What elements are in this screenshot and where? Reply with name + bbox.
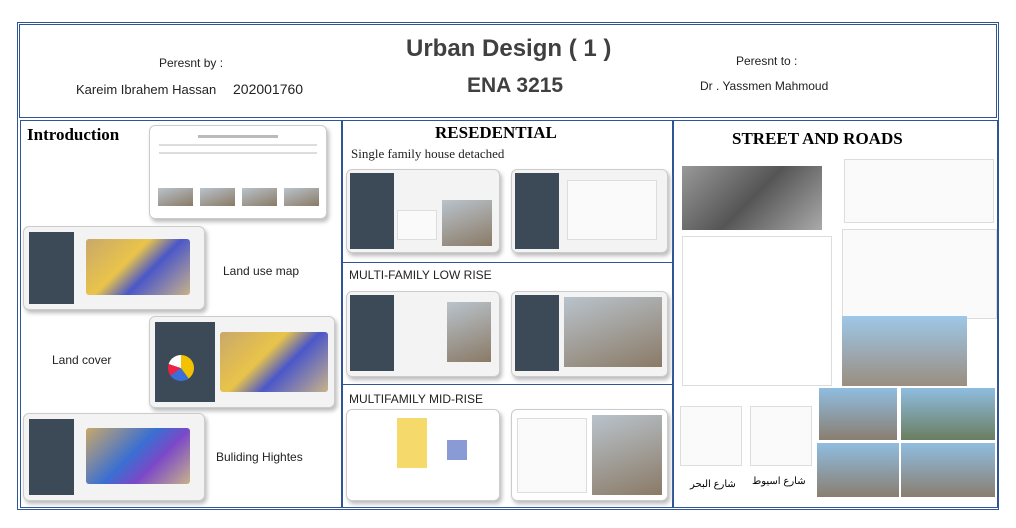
introduction-column: Introduction Land use map Land cover Bul… <box>20 120 342 508</box>
residential-title: RESEDENTIAL <box>435 123 557 142</box>
streets-title: STREET AND ROADS <box>732 129 903 148</box>
single-family-slide-2[interactable] <box>511 169 668 253</box>
aerial-photo <box>682 166 822 230</box>
street-render-1 <box>842 316 967 386</box>
low-rise-section: MULTI-FAMILY LOW RISE <box>343 262 674 384</box>
land-cover-label: Land cover <box>52 353 112 367</box>
presenter-name: Kareim Ibrahem Hassan <box>76 82 217 97</box>
single-family-slide-1[interactable] <box>346 169 500 253</box>
student-id: 202001760 <box>233 81 304 97</box>
header: Peresnt by : Kareim Ibrahem Hassan 20200… <box>19 24 997 118</box>
street-network-plan <box>682 236 832 386</box>
presented-to-label: Peresnt to : <box>736 54 798 68</box>
mid-rise-slide-1[interactable] <box>346 409 500 501</box>
streets-column: STREET AND ROADS شارع البحر شارع اسيوط <box>673 120 998 508</box>
section-mid-rise: MULTIFAMILY MID-RISE <box>349 392 484 406</box>
presented-by-label: Peresnt by : <box>159 56 224 70</box>
mid-rise-slide-2[interactable] <box>511 409 668 501</box>
street-render-2 <box>819 388 897 440</box>
low-rise-slide-2[interactable] <box>511 291 668 377</box>
section-single-family: Single family house detached <box>351 146 505 161</box>
street-render-3 <box>901 388 995 440</box>
residential-column: RESEDENTIAL Single family house detached… <box>342 120 674 508</box>
building-heights-label: Buliding Hightes <box>216 450 303 464</box>
street-section-bahr <box>680 406 742 466</box>
street-section-assiut <box>750 406 812 466</box>
low-rise-slide-1[interactable] <box>346 291 500 377</box>
course-code: ENA 3215 <box>467 74 564 97</box>
accessibility-diagram <box>842 229 997 319</box>
street-label-bahr: شارع البحر <box>690 479 736 490</box>
street-sections-drawing <box>844 159 994 223</box>
land-use-label: Land use map <box>223 264 300 278</box>
mid-rise-section: MULTIFAMILY MID-RISE <box>343 384 674 508</box>
building-heights-slide[interactable] <box>23 413 205 501</box>
instructor-name: Dr . Yassmen Mahmoud <box>700 79 829 93</box>
land-use-slide[interactable] <box>23 226 205 310</box>
street-render-5 <box>901 443 995 497</box>
street-render-4 <box>817 443 899 497</box>
introduction-title: Introduction <box>27 125 120 144</box>
section-low-rise: MULTI-FAMILY LOW RISE <box>349 268 492 282</box>
street-label-assiut: شارع اسيوط <box>752 476 806 487</box>
intro-slide[interactable] <box>149 125 327 219</box>
land-cover-slide[interactable] <box>149 316 335 408</box>
page-title: Urban Design ( 1 ) <box>406 35 612 62</box>
